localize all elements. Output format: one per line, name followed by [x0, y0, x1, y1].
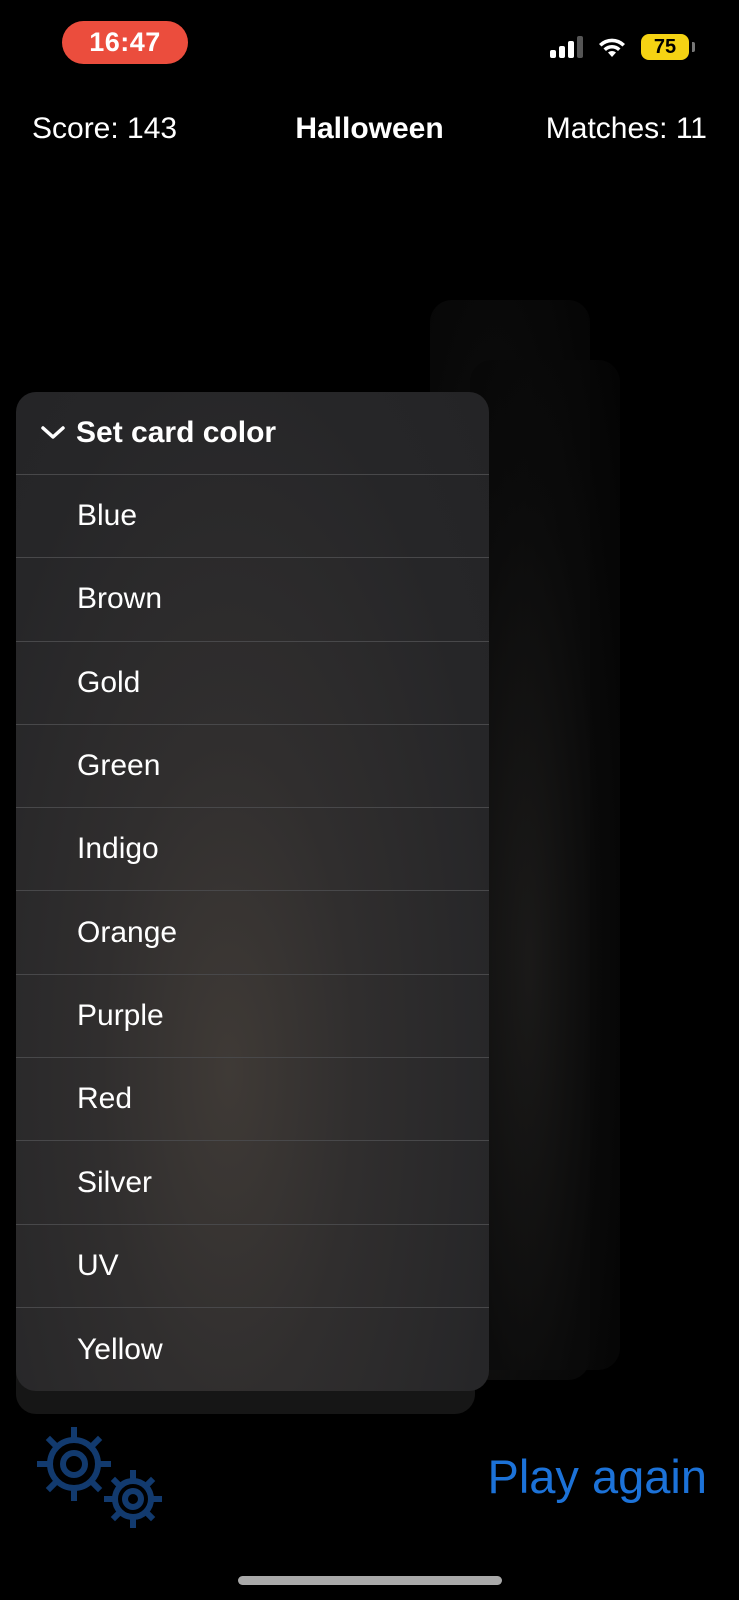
screen: 16:47 75 Score: 143 Halloween Matches: 1… [0, 0, 739, 1600]
gears-icon[interactable] [36, 1425, 170, 1531]
menu-item-purple[interactable]: Purple [16, 975, 489, 1059]
status-time: 16:47 [62, 21, 188, 64]
battery-icon: 75 [641, 34, 695, 60]
play-again-button[interactable]: Play again [488, 1449, 708, 1504]
cellular-signal-icon [550, 36, 583, 58]
menu-item-yellow[interactable]: Yellow [16, 1308, 489, 1391]
menu-item-orange[interactable]: Orange [16, 891, 489, 975]
wifi-icon [599, 38, 625, 57]
menu-item-indigo[interactable]: Indigo [16, 808, 489, 892]
matches-label: Matches: 11 [545, 112, 707, 145]
menu-item-gold[interactable]: Gold [16, 642, 489, 725]
menu-header-label: Set card color [76, 416, 277, 449]
menu-item-silver[interactable]: Silver [16, 1141, 489, 1225]
menu-item-red[interactable]: Red [16, 1058, 489, 1142]
card-color-menu: Set card color Blue Brown Gold Green Ind… [16, 392, 489, 1391]
menu-header-set-card-color[interactable]: Set card color [16, 392, 489, 475]
menu-item-uv[interactable]: UV [16, 1225, 489, 1308]
menu-item-blue[interactable]: Blue [16, 475, 489, 559]
battery-level: 75 [653, 35, 677, 58]
chevron-down-icon [41, 426, 65, 439]
home-indicator[interactable] [238, 1576, 502, 1585]
game-header: Score: 143 Halloween Matches: 11 [0, 112, 739, 152]
menu-item-green[interactable]: Green [16, 725, 489, 809]
background-card [470, 360, 620, 1370]
menu-item-brown[interactable]: Brown [16, 558, 489, 642]
status-indicators: 75 [550, 34, 695, 60]
